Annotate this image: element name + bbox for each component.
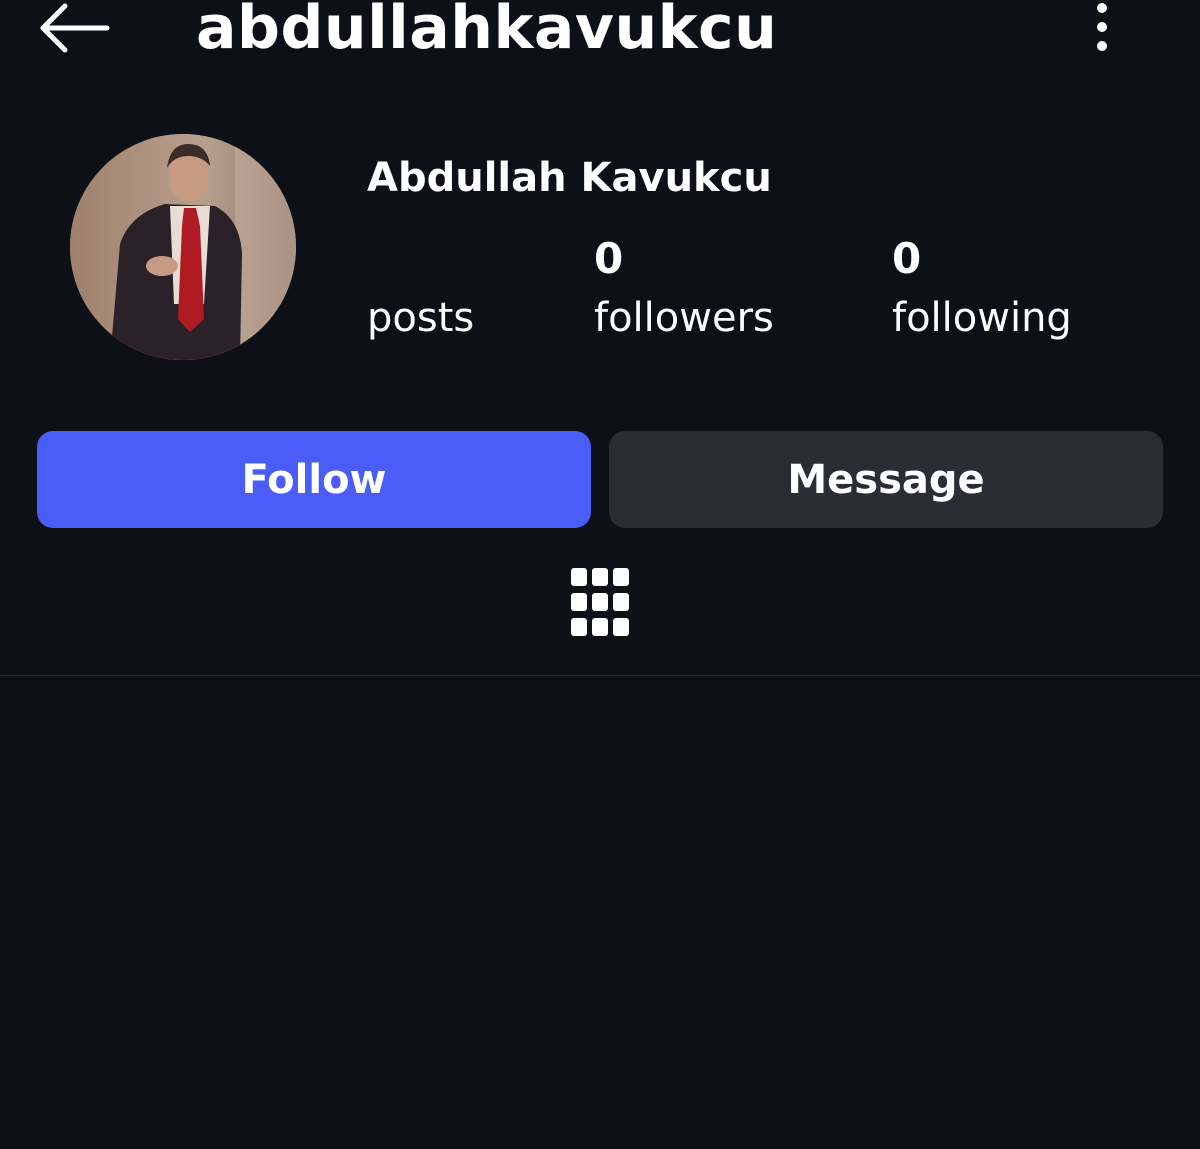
message-button[interactable]: Message [609, 431, 1163, 528]
profile-username: abdullahkavukcu [196, 0, 778, 63]
tab-divider [0, 675, 1200, 676]
tab-posts-grid[interactable] [560, 556, 640, 648]
posts-stat[interactable]: posts [367, 232, 474, 350]
profile-photo [70, 134, 296, 360]
arrow-left-icon [40, 3, 110, 53]
back-button[interactable] [34, 0, 114, 56]
profile-display-name: Abdullah Kavukcu [367, 155, 772, 201]
followers-count: 0 [594, 234, 624, 283]
top-bar: abdullahkavukcu [0, 0, 1200, 70]
posts-label: posts [367, 295, 475, 341]
more-vertical-icon [1097, 3, 1107, 51]
grid-icon [571, 568, 629, 636]
followers-stat[interactable]: 0 followers [594, 232, 774, 350]
following-stat[interactable]: 0 following [892, 232, 1072, 350]
profile-page: abdullahkavukcu Abdullah Kavukcu posts 0… [0, 0, 1200, 1149]
following-label: following [892, 295, 1072, 341]
following-count: 0 [892, 234, 922, 283]
posts-count [367, 232, 474, 286]
avatar[interactable] [70, 134, 296, 360]
more-options-button[interactable] [1076, 0, 1128, 56]
followers-label: followers [594, 295, 774, 341]
follow-button[interactable]: Follow [37, 431, 591, 528]
